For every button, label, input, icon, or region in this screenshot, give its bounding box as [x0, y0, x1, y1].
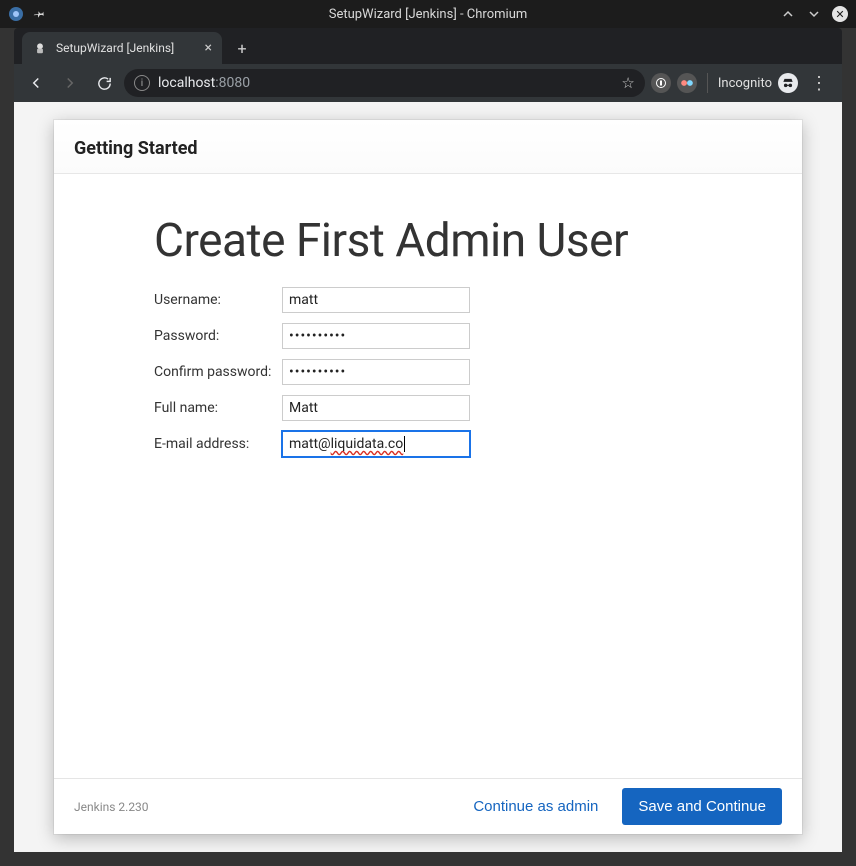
password-label: Password:	[154, 328, 282, 344]
email-input[interactable]: matt@liquidata.co	[282, 431, 470, 457]
os-titlebar: SetupWizard [Jenkins] - Chromium ✕	[0, 0, 856, 28]
row-confirm-password: Confirm password:	[154, 354, 782, 390]
app-menu-icon[interactable]	[8, 6, 24, 22]
row-fullname: Full name:	[154, 390, 782, 426]
tab-close-icon[interactable]: ×	[205, 40, 212, 56]
toolbar-separator	[707, 73, 708, 93]
wizard-body: Create First Admin User Username: Passwo…	[54, 174, 802, 778]
browser-tab[interactable]: SetupWizard [Jenkins] ×	[22, 32, 222, 64]
jenkins-version: Jenkins 2.230	[74, 800, 449, 814]
extension-icon-2[interactable]	[677, 73, 697, 93]
incognito-indicator: Incognito	[718, 73, 798, 93]
password-input[interactable]	[282, 323, 470, 349]
nav-forward-button[interactable]	[56, 69, 84, 97]
window-minimize-icon[interactable]	[780, 6, 796, 22]
tab-title: SetupWizard [Jenkins]	[56, 41, 197, 55]
row-email: E-mail address: matt@liquidata.co	[154, 426, 782, 462]
setup-wizard-dialog: Getting Started Create First Admin User …	[54, 120, 802, 834]
browser-toolbar: i localhost:8080 ☆ Incognito ⋮	[14, 64, 842, 102]
browser-window: SetupWizard [Jenkins] × + i localhost:80…	[14, 28, 842, 852]
tab-strip: SetupWizard [Jenkins] × +	[14, 28, 842, 64]
username-label: Username:	[154, 292, 282, 308]
email-label: E-mail address:	[154, 436, 282, 452]
browser-menu-icon[interactable]: ⋮	[804, 73, 834, 94]
fullname-label: Full name:	[154, 400, 282, 416]
row-username: Username:	[154, 282, 782, 318]
fullname-input[interactable]	[282, 395, 470, 421]
row-password: Password:	[154, 318, 782, 354]
continue-as-admin-button[interactable]: Continue as admin	[463, 790, 608, 823]
pin-icon[interactable]	[29, 3, 52, 26]
page-title: Create First Admin User	[154, 214, 782, 268]
extension-icon-1[interactable]	[651, 73, 671, 93]
nav-reload-button[interactable]	[90, 69, 118, 97]
username-input[interactable]	[282, 287, 470, 313]
address-bar[interactable]: i localhost:8080 ☆	[124, 69, 645, 97]
wizard-header: Getting Started	[54, 120, 802, 174]
window-close-icon[interactable]: ✕	[832, 6, 848, 22]
new-tab-button[interactable]: +	[228, 34, 256, 62]
jenkins-favicon-icon	[32, 40, 48, 56]
window-maximize-icon[interactable]	[806, 6, 822, 22]
incognito-label: Incognito	[718, 76, 772, 91]
wizard-footer: Jenkins 2.230 Continue as admin Save and…	[54, 778, 802, 834]
os-window-title: SetupWizard [Jenkins] - Chromium	[88, 7, 768, 22]
site-info-icon[interactable]: i	[134, 75, 150, 91]
confirm-password-label: Confirm password:	[154, 364, 282, 380]
bookmark-star-icon[interactable]: ☆	[621, 74, 634, 92]
nav-back-button[interactable]	[22, 69, 50, 97]
text-caret	[404, 436, 405, 452]
url-text: localhost:8080	[158, 75, 613, 91]
save-and-continue-button[interactable]: Save and Continue	[622, 788, 782, 825]
confirm-password-input[interactable]	[282, 359, 470, 385]
incognito-icon	[778, 73, 798, 93]
page-viewport: Getting Started Create First Admin User …	[14, 102, 842, 852]
